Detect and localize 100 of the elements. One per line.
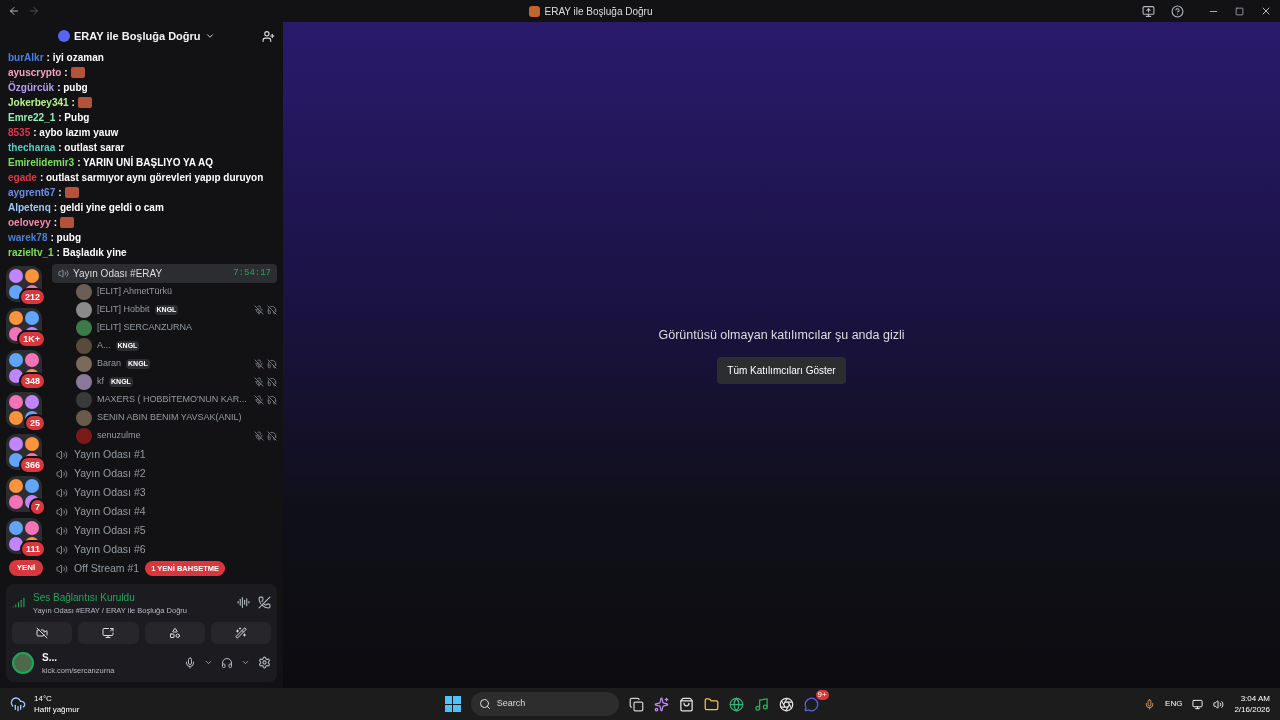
avatar-icon [76,428,92,444]
member-name[interactable]: Baran [97,357,122,371]
active-voice-row[interactable]: Yayın Odası #ERAY 7:54:17 [52,264,277,283]
close-icon[interactable] [1260,5,1272,17]
voice-timer: 7:54:17 [233,266,271,280]
chat-username: Özgürcük [8,80,55,95]
chat-username: razieltv_1 [8,246,54,260]
user-avatar-icon[interactable] [12,651,34,674]
chat-message: : [71,96,75,110]
start-icon[interactable] [444,696,461,712]
channel-name[interactable]: Yayın Odası #5 [74,522,146,539]
channel-name[interactable]: Yayın Odası #2 [74,465,146,482]
channel-name[interactable]: Yayın Odası #6 [74,541,146,558]
maximize-icon[interactable] [1235,6,1244,16]
activities-button[interactable] [144,621,205,644]
speaker-icon [56,562,68,575]
member-name[interactable]: A... [97,339,111,353]
chat-message: : [58,186,62,200]
chat-message: : YARIN UNİ BAŞLIYO YA AQ [77,155,214,170]
speaker-icon [56,505,68,518]
unread-badge: 25 [24,414,46,432]
new-pill[interactable]: YENİ [8,560,44,576]
speaker-icon [56,467,68,480]
member-name[interactable]: SENIN ABIN BENIM YAVSAK(ANIL) [97,411,242,425]
mic-icon[interactable] [184,656,196,669]
chat-username: Jokerbey341 [8,96,69,110]
audio-icon[interactable] [237,596,250,610]
chat-username: warek78 [8,231,48,245]
show-participants-button[interactable]: Tüm Katılımcıları Göster [717,356,846,384]
camera-icon[interactable] [778,696,794,712]
chat-username: Emre22_1 [8,111,56,125]
chat-message: : aybo lazım yauw [33,126,119,140]
headphones-icon[interactable] [221,656,233,669]
search-icon [478,698,491,710]
invite-icon[interactable] [262,29,275,43]
channel-name[interactable]: Yayın Odası #1 [74,446,146,463]
user-name: S... [42,650,58,665]
avatar-icon [76,392,92,408]
unread-badge: 348 [18,372,46,390]
avatar-icon [76,410,92,426]
search-field[interactable]: Search [470,692,619,716]
chat-username: egade [8,171,37,185]
avatar-icon [76,374,92,390]
unread-badge: 366 [18,456,46,474]
voice-channel-name: Yayın Odası #ERAY [73,267,163,281]
folder-icon[interactable] [703,696,719,712]
volume-icon[interactable] [1213,698,1225,710]
clock-time[interactable]: 3:04 AM [1240,693,1270,704]
emote-icon [77,97,92,108]
clock-date[interactable]: 2/16/2026 [1234,704,1270,715]
notification-badge: 9+ [815,689,829,700]
member-name[interactable]: [ELIT] SERCANZURNA [97,321,192,335]
chat-username: Alpetenq [8,201,51,215]
inbox-icon[interactable] [1142,4,1155,18]
channel-name[interactable]: Yayın Odası #4 [74,503,146,520]
weather-icon[interactable] [10,696,26,712]
member-name[interactable]: senuzulme [97,429,141,443]
help-icon[interactable] [1171,4,1184,18]
browser-icon[interactable] [728,696,744,712]
member-name[interactable]: kf [97,375,104,389]
screen-share-icon [102,626,115,639]
unread-badge: 1K+ [17,330,46,348]
speaker-icon [56,524,68,537]
weather-text: Hafif yağmur [34,704,80,715]
avatar-icon [76,284,92,300]
camera-off-button[interactable] [12,621,73,644]
chevron-icon [204,31,215,41]
back-icon[interactable] [8,5,20,17]
chat-username: oeloveyy [8,216,51,230]
store-icon[interactable] [678,696,694,712]
wand-icon [234,626,247,639]
chat-app-icon[interactable] [803,696,819,712]
member-name[interactable]: [ELIT] AhmetTürkü [97,285,173,299]
disconnect-icon[interactable] [258,596,271,610]
voice-status: Ses Bağlantısı Kuruldu [33,590,136,605]
network-icon[interactable] [1192,698,1204,710]
chat-username: 8535 [8,126,31,140]
channel-name[interactable]: Yayın Odası #3 [74,484,146,501]
server-icon [529,5,541,17]
chat-message: : pubg [50,231,82,245]
shapes-icon [168,626,181,639]
chat-username: ayuscrypto [8,66,62,80]
screen-share-button[interactable] [78,621,139,644]
channel-name[interactable]: Off Stream #1 [74,560,140,577]
music-icon[interactable] [753,696,769,712]
server-logo-icon [58,30,70,42]
chat-username: thecharaa [8,141,56,155]
mic-icon[interactable] [1144,698,1156,710]
task-view-icon[interactable] [628,696,644,712]
member-name[interactable]: MAXERS ( HOBBİTEMO'NUN KAR... [97,393,247,407]
member-name[interactable]: [ELIT] Hobbit [97,303,150,317]
avatar-icon [76,338,92,354]
signal-icon [12,596,25,610]
language-indicator[interactable]: ENG [1165,698,1183,710]
sparkles-icon[interactable] [653,696,669,712]
settings-icon[interactable] [258,656,271,670]
server-name[interactable]: ERAY ile Boşluğa Doğru [74,27,215,45]
server-folder-icon[interactable] [6,476,42,512]
soundboard-button[interactable] [210,621,271,644]
chat-username: Emirelidemir3 [8,156,75,170]
